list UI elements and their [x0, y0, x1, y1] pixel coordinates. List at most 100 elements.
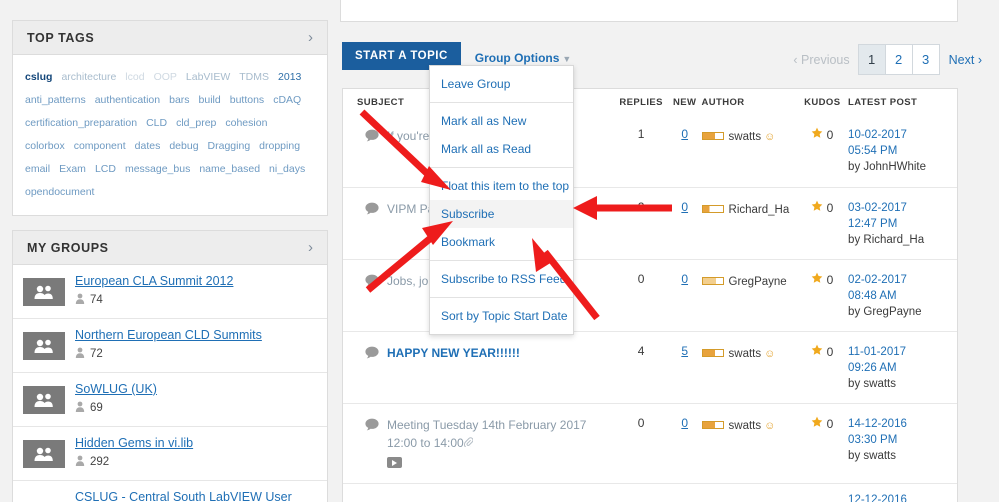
tag-link[interactable]: build: [199, 89, 221, 111]
star-icon: [811, 416, 823, 431]
group-list-item[interactable]: SoWLUG (UK) 69: [13, 373, 327, 427]
author-rank-icon: [701, 348, 724, 357]
latest-post-date[interactable]: 03-02-2017: [848, 200, 951, 216]
tag-link[interactable]: cDAQ: [273, 89, 301, 111]
author-name[interactable]: swatts: [729, 131, 762, 143]
cell-new[interactable]: 0: [668, 127, 702, 141]
menu-item-bookmark[interactable]: Bookmark: [430, 228, 573, 256]
chevron-right-icon[interactable]: ›: [308, 30, 313, 45]
menu-item-subscribe-to-rss-feed[interactable]: Subscribe to RSS Feed: [430, 265, 573, 293]
pagination-previous: ‹ Previous: [784, 53, 858, 67]
top-tags-card: TOP TAGS › cslug architecture lcod OOP LabVI…: [12, 20, 328, 216]
header-latest-post[interactable]: LATEST POST: [848, 97, 951, 108]
menu-item-float-this-item-to-the-top[interactable]: Float this item to the top: [430, 172, 573, 200]
group-name-link[interactable]: SoWLUG (UK): [75, 382, 157, 397]
tag-link[interactable]: 2013: [278, 66, 301, 88]
new-count-link[interactable]: 0: [681, 127, 688, 141]
group-name-link[interactable]: CSLUG - Central South LabVIEW User Group…: [75, 490, 317, 502]
tag-link[interactable]: buttons: [230, 89, 264, 111]
tag-link[interactable]: dates: [135, 135, 161, 157]
group-member-count: 74: [90, 294, 103, 306]
cell-latest-post: 14-12-2016 03:30 PM by swatts: [848, 416, 951, 464]
my-groups-header[interactable]: MY GROUPS ›: [13, 231, 327, 265]
tag-link[interactable]: dropping: [259, 135, 300, 157]
latest-post-date[interactable]: 02-02-2017: [848, 272, 951, 288]
latest-post-date[interactable]: 10-02-2017: [848, 127, 951, 143]
menu-item-mark-all-as-new[interactable]: Mark all as New: [430, 107, 573, 135]
author-name[interactable]: GregPayne: [729, 276, 787, 288]
chevron-right-icon[interactable]: ›: [308, 240, 313, 255]
tag-link[interactable]: authentication: [95, 89, 160, 111]
latest-post-date[interactable]: 11-01-2017: [848, 344, 951, 360]
table-row[interactable]: HAPPY NEW YEAR!!!!!! 4 5 swatts ☺ 0 11-01-201…: [343, 331, 957, 403]
group-name-link[interactable]: Northern European CLD Summits: [75, 328, 262, 343]
kudos-count: 0: [826, 201, 834, 215]
header-author[interactable]: AUTHOR: [702, 97, 797, 108]
tag-link[interactable]: cld_prep: [176, 112, 216, 134]
author-name[interactable]: swatts: [729, 420, 762, 432]
tag-link[interactable]: email: [25, 158, 50, 180]
table-row[interactable]: 12-12-2016: [343, 483, 957, 502]
tag-link[interactable]: anti_patterns: [25, 89, 86, 111]
group-list-item[interactable]: Hidden Gems in vi.lib 292: [13, 427, 327, 481]
tag-link[interactable]: colorbox: [25, 135, 65, 157]
author-name[interactable]: swatts: [729, 348, 762, 360]
group-options-menu[interactable]: Leave Group Mark all as New Mark all as Re…: [429, 65, 574, 335]
tag-link[interactable]: bars: [169, 89, 189, 111]
tag-link[interactable]: cohesion: [225, 112, 267, 134]
header-kudos[interactable]: KUDOS: [797, 97, 848, 108]
group-list-item[interactable]: Northern European CLD Summits 72: [13, 319, 327, 373]
pagination-page-1[interactable]: 1: [857, 44, 886, 75]
tag-link[interactable]: TDMS: [239, 66, 269, 88]
new-count-link[interactable]: 0: [681, 200, 688, 214]
tag-link[interactable]: certification_preparation: [25, 112, 137, 134]
tag-link[interactable]: LabVIEW: [186, 66, 230, 88]
header-replies[interactable]: REPLIES: [614, 97, 667, 108]
menu-item-subscribe[interactable]: Subscribe: [430, 200, 573, 228]
pagination-page-2[interactable]: 2: [884, 44, 913, 75]
tag-link[interactable]: name_based: [199, 158, 260, 180]
menu-separator: [430, 260, 573, 261]
tag-link[interactable]: architecture: [61, 66, 116, 88]
tag-link[interactable]: component: [74, 135, 126, 157]
group-name-link[interactable]: European CLA Summit 2012: [75, 274, 233, 289]
menu-item-leave-group[interactable]: Leave Group: [430, 70, 573, 98]
cell-latest-post: 02-02-2017 08:48 AM by GregPayne: [848, 272, 951, 320]
tag-link[interactable]: OOP: [154, 66, 177, 88]
cell-new[interactable]: 5: [668, 344, 702, 358]
tag-link[interactable]: debug: [169, 135, 198, 157]
group-people-icon: [23, 439, 65, 468]
author-name[interactable]: Richard_Ha: [729, 204, 790, 216]
tag-link[interactable]: lcod: [125, 66, 144, 88]
new-count-link[interactable]: 5: [681, 344, 688, 358]
pagination-page-3[interactable]: 3: [911, 44, 940, 75]
tag-link[interactable]: Dragging: [208, 135, 251, 157]
topic-subject-link[interactable]: Meeting Tuesday 14th February 2017 12:00…: [387, 418, 586, 450]
cell-new[interactable]: 0: [668, 200, 702, 214]
latest-post-date[interactable]: 12-12-2016: [848, 492, 951, 502]
tag-link[interactable]: CLD: [146, 112, 167, 134]
group-name-link[interactable]: Hidden Gems in vi.lib: [75, 436, 193, 451]
tag-link[interactable]: message_bus: [125, 158, 190, 180]
group-list-item[interactable]: European CLA Summit 2012 74: [13, 265, 327, 319]
cell-new[interactable]: 0: [668, 416, 702, 430]
latest-post-date[interactable]: 14-12-2016: [848, 416, 951, 432]
new-count-link[interactable]: 0: [681, 416, 688, 430]
group-list-item[interactable]: CSLUG - Central South LabVIEW User Group…: [13, 481, 327, 502]
header-new[interactable]: NEW: [668, 97, 702, 108]
new-count-link[interactable]: 0: [681, 272, 688, 286]
menu-separator: [430, 102, 573, 103]
pagination-next[interactable]: Next ›: [940, 53, 991, 67]
tag-link[interactable]: ni_days: [269, 158, 305, 180]
group-options-dropdown-toggle[interactable]: Group Options ▼: [475, 51, 572, 65]
top-tags-header[interactable]: TOP TAGS ›: [13, 21, 327, 55]
topic-subject-link[interactable]: HAPPY NEW YEAR!!!!!!: [387, 346, 520, 360]
cell-new[interactable]: 0: [668, 272, 702, 286]
menu-item-sort-by-topic-start-date[interactable]: Sort by Topic Start Date: [430, 302, 573, 330]
tag-link[interactable]: cslug: [25, 66, 52, 88]
tag-link[interactable]: opendocument: [25, 181, 94, 203]
tag-link[interactable]: Exam: [59, 158, 86, 180]
menu-item-mark-all-as-read[interactable]: Mark all as Read: [430, 135, 573, 163]
table-row[interactable]: Meeting Tuesday 14th February 2017 12:00…: [343, 403, 957, 483]
tag-link[interactable]: LCD: [95, 158, 116, 180]
